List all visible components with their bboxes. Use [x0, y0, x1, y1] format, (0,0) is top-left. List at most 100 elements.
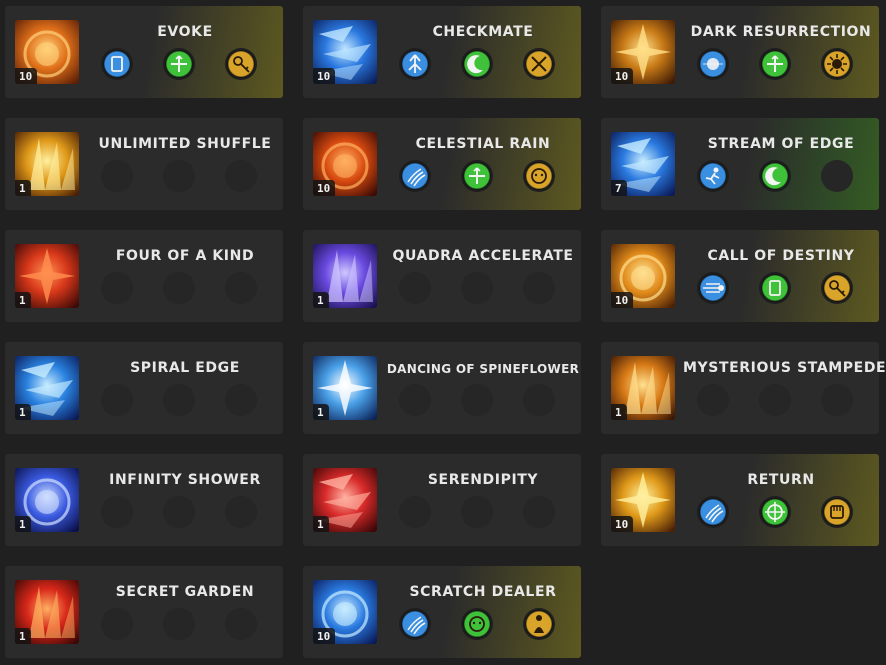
empty-tripod-slot[interactable]: [225, 496, 257, 528]
evoke-art[interactable]: 10: [15, 20, 79, 84]
empty-tripod-slot[interactable]: [163, 160, 195, 192]
skill-level-badge: 10: [313, 68, 336, 84]
skill-level-badge: 10: [611, 292, 634, 308]
crossed-swords-icon[interactable]: [523, 48, 555, 80]
crescent-icon[interactable]: [461, 48, 493, 80]
empty-tripod-slot[interactable]: [399, 496, 431, 528]
dash-figure-icon[interactable]: [697, 160, 729, 192]
skill-card[interactable]: 1 UNLIMITED SHUFFLE: [5, 118, 283, 210]
empty-tripod-slot[interactable]: [101, 608, 133, 640]
secret-garden-art[interactable]: 1: [15, 580, 79, 644]
card-icon[interactable]: [759, 272, 791, 304]
keys-icon[interactable]: [821, 272, 853, 304]
skill-level-badge: 1: [15, 516, 31, 532]
empty-tripod-slot[interactable]: [225, 608, 257, 640]
empty-tripod-slot[interactable]: [523, 384, 555, 416]
empty-tripod-slot[interactable]: [697, 384, 729, 416]
serendipity-art[interactable]: 1: [313, 468, 377, 532]
empty-tripod-slot[interactable]: [225, 384, 257, 416]
quadra-accelerate-art[interactable]: 1: [313, 244, 377, 308]
empty-tripod-slot[interactable]: [821, 160, 853, 192]
skill-card[interactable]: 10 DARK RESURRECTION: [601, 6, 879, 98]
skill-card[interactable]: 1 SERENDIPITY: [303, 454, 581, 546]
sun-icon[interactable]: [821, 48, 853, 80]
empty-tripod-slot[interactable]: [101, 272, 133, 304]
skill-card[interactable]: 10 RETURN: [601, 454, 879, 546]
empty-tripod-slot[interactable]: [399, 384, 431, 416]
empty-tripod-slot[interactable]: [759, 384, 791, 416]
skill-card[interactable]: 10 SCRATCH DEALER: [303, 566, 581, 658]
keys-icon[interactable]: [225, 48, 257, 80]
skill-name: INFINITY SHOWER: [109, 472, 261, 488]
skill-level-badge: 1: [15, 292, 31, 308]
call-of-destiny-art[interactable]: 10: [611, 244, 675, 308]
skill-card[interactable]: 1 FOUR OF A KIND: [5, 230, 283, 322]
claw-marks-icon[interactable]: [399, 608, 431, 640]
return-art[interactable]: 10: [611, 468, 675, 532]
empty-tripod-slot[interactable]: [163, 608, 195, 640]
figure-icon[interactable]: [523, 608, 555, 640]
cross-arrows-icon[interactable]: [461, 160, 493, 192]
dark-resurrection-art[interactable]: 10: [611, 20, 675, 84]
empty-tripod-slot[interactable]: [399, 272, 431, 304]
skill-level-badge: 1: [313, 292, 329, 308]
skill-card[interactable]: 1 DANCING OF SPINEFLOWER: [303, 342, 581, 434]
skill-card[interactable]: 10 EVOKE: [5, 6, 283, 98]
skill-name: FOUR OF A KIND: [115, 248, 255, 264]
target-icon[interactable]: [759, 496, 791, 528]
burst-up-icon[interactable]: [399, 48, 431, 80]
streak-icon[interactable]: [697, 272, 729, 304]
spiral-edge-art[interactable]: 1: [15, 356, 79, 420]
skill-name: SPIRAL EDGE: [130, 360, 240, 376]
empty-tripod-slot[interactable]: [523, 496, 555, 528]
empty-tripod-slot[interactable]: [101, 384, 133, 416]
infinity-shower-art[interactable]: 1: [15, 468, 79, 532]
stream-of-edge-art[interactable]: 7: [611, 132, 675, 196]
empty-tripod-slot[interactable]: [225, 272, 257, 304]
skill-level-badge: 1: [15, 404, 31, 420]
dancing-of-spineflower-art[interactable]: 1: [313, 356, 377, 420]
skill-level-badge: 10: [313, 180, 336, 196]
cross-arrows-icon[interactable]: [759, 48, 791, 80]
skill-name: CALL OF DESTINY: [707, 248, 855, 264]
skill-card[interactable]: 7 STREAM OF EDGE: [601, 118, 879, 210]
unlimited-shuffle-art[interactable]: 1: [15, 132, 79, 196]
skill-card[interactable]: 10 CELESTIAL RAIN: [303, 118, 581, 210]
face-icon[interactable]: [461, 608, 493, 640]
empty-tripod-slot[interactable]: [523, 272, 555, 304]
card-icon[interactable]: [101, 48, 133, 80]
skill-card[interactable]: 1 MYSTERIOUS STAMPEDE: [601, 342, 886, 434]
empty-tripod-slot[interactable]: [163, 272, 195, 304]
skill-card[interactable]: 1 INFINITY SHOWER: [5, 454, 283, 546]
checkmate-art[interactable]: 10: [313, 20, 377, 84]
empty-tripod-slot[interactable]: [101, 160, 133, 192]
empty-tripod-slot[interactable]: [225, 160, 257, 192]
fist-icon[interactable]: [821, 496, 853, 528]
empty-tripod-slot[interactable]: [163, 496, 195, 528]
skill-level-badge: 1: [15, 180, 31, 196]
claw-marks-icon[interactable]: [697, 496, 729, 528]
claw-marks-icon[interactable]: [399, 160, 431, 192]
skill-card[interactable]: 10 CALL OF DESTINY: [601, 230, 879, 322]
skill-level-badge: 7: [611, 180, 627, 196]
cross-arrows-icon[interactable]: [163, 48, 195, 80]
empty-tripod-slot[interactable]: [461, 496, 493, 528]
empty-tripod-slot[interactable]: [101, 496, 133, 528]
skill-card[interactable]: 10 CHECKMATE: [303, 6, 581, 98]
scratch-dealer-art[interactable]: 10: [313, 580, 377, 644]
celestial-rain-art[interactable]: 10: [313, 132, 377, 196]
skill-card[interactable]: 1 SPIRAL EDGE: [5, 342, 283, 434]
empty-tripod-slot[interactable]: [461, 384, 493, 416]
empty-tripod-slot[interactable]: [461, 272, 493, 304]
empty-tripod-slot[interactable]: [163, 384, 195, 416]
face-icon[interactable]: [523, 160, 555, 192]
crescent-icon[interactable]: [759, 160, 791, 192]
four-of-a-kind-art[interactable]: 1: [15, 244, 79, 308]
skill-level-badge: 1: [313, 516, 329, 532]
skill-card[interactable]: 1 SECRET GARDEN: [5, 566, 283, 658]
skill-card[interactable]: 1 QUADRA ACCELERATE: [303, 230, 581, 322]
skill-name: EVOKE: [157, 24, 213, 40]
empty-tripod-slot[interactable]: [821, 384, 853, 416]
mysterious-stampede-art[interactable]: 1: [611, 356, 675, 420]
orb-icon[interactable]: [697, 48, 729, 80]
